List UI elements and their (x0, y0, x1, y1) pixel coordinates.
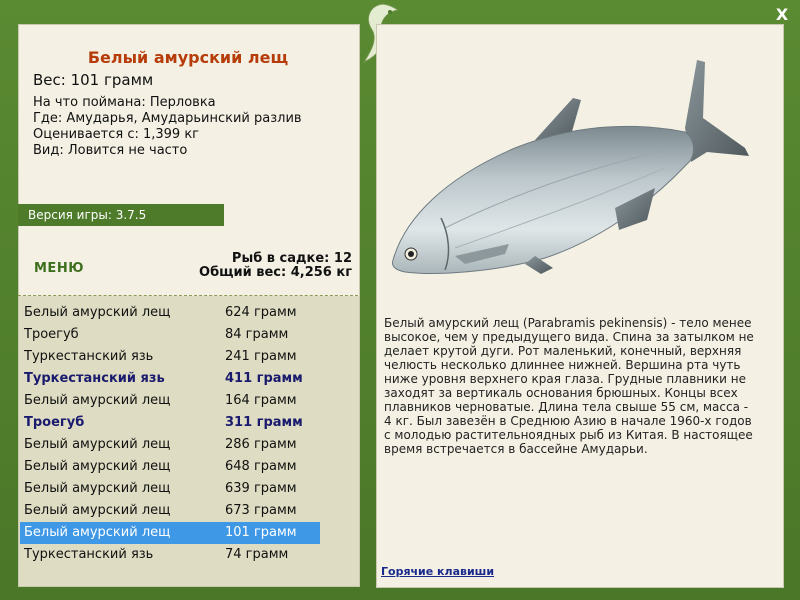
catch-row[interactable]: Туркестанский язь 411 грамм (20, 368, 320, 390)
catch-fish-weight: 648 грамм (225, 459, 297, 474)
catch-row[interactable]: Туркестанский язь 74 грамм (20, 544, 320, 566)
catch-fish-name: Туркестанский язь (24, 547, 154, 562)
catch-fish-name: Белый амурский лещ (24, 459, 171, 474)
catch-fish-weight: 286 грамм (225, 437, 297, 452)
catch-fish-name: Белый амурский лещ (24, 503, 171, 518)
fish-value: Оценивается с: 1,399 кг (33, 127, 200, 142)
game-version: Версия игры: 3.7.5 (18, 204, 224, 226)
fish-weight: Вес: 101 грамм (33, 71, 154, 89)
catch-row[interactable]: Троегуб 84 грамм (20, 324, 320, 346)
keepnet-stats: Рыб в садке: 12 Общий вес: 4,256 кг (199, 252, 352, 280)
catch-fish-weight: 84 грамм (225, 327, 289, 342)
catch-fish-weight: 673 грамм (225, 503, 297, 518)
catch-fish-weight: 101 грамм (225, 525, 297, 540)
fish-description: Белый амурский лещ (Parabramis pekinensi… (384, 316, 754, 456)
catch-row[interactable]: Белый амурский лещ 164 грамм (20, 390, 320, 412)
catch-row[interactable]: Белый амурский лещ 673 грамм (20, 500, 320, 522)
close-button[interactable]: X (772, 5, 792, 25)
bream-fish-illustration (392, 60, 749, 274)
catch-fish-name: Белый амурский лещ (24, 393, 171, 408)
total-weight: Общий вес: 4,256 кг (199, 265, 352, 280)
hotkeys-link[interactable]: Горячие клавиши (381, 565, 494, 578)
divider (18, 295, 358, 296)
fish-title: Белый амурский лещ (87, 48, 289, 67)
catch-fish-name: Троегуб (24, 415, 85, 430)
catch-fish-name: Туркестанский язь (24, 371, 165, 386)
catch-fish-weight: 74 грамм (225, 547, 289, 562)
catch-row[interactable]: Троегуб 311 грамм (20, 412, 320, 434)
catch-fish-weight: 311 грамм (225, 415, 303, 430)
catch-fish-name: Белый амурский лещ (24, 305, 171, 320)
catch-row[interactable]: Белый амурский лещ 624 грамм (20, 302, 320, 324)
catch-fish-weight: 241 грамм (225, 349, 297, 364)
catch-fish-name: Белый амурский лещ (24, 525, 171, 540)
fish-kind: Вид: Ловится не часто (33, 143, 188, 158)
catch-row[interactable]: Белый амурский лещ 286 грамм (20, 434, 320, 456)
catch-list: Белый амурский лещ 624 грамм Троегуб 84 гра… (20, 302, 320, 566)
catch-row[interactable]: Туркестанский язь 241 грамм (20, 346, 320, 368)
catch-row[interactable]: Белый амурский лещ 101 грамм (20, 522, 320, 544)
catch-row[interactable]: Белый амурский лещ 648 грамм (20, 456, 320, 478)
catch-fish-weight: 411 грамм (225, 371, 303, 386)
catch-fish-weight: 164 грамм (225, 393, 297, 408)
catch-fish-weight: 624 грамм (225, 305, 297, 320)
menu-button[interactable]: МЕНЮ (34, 261, 84, 276)
catch-fish-name: Туркестанский язь (24, 349, 154, 364)
fish-location: Где: Амударья, Амударьинский разлив (33, 111, 302, 126)
catch-row[interactable]: Белый амурский лещ 639 грамм (20, 478, 320, 500)
catch-fish-name: Белый амурский лещ (24, 437, 171, 452)
fish-count: Рыб в садке: 12 (231, 251, 352, 266)
catch-fish-weight: 639 грамм (225, 481, 297, 496)
catch-fish-name: Троегуб (24, 327, 79, 342)
catch-fish-name: Белый амурский лещ (24, 481, 171, 496)
fish-bait: На что поймана: Перловка (33, 95, 216, 110)
